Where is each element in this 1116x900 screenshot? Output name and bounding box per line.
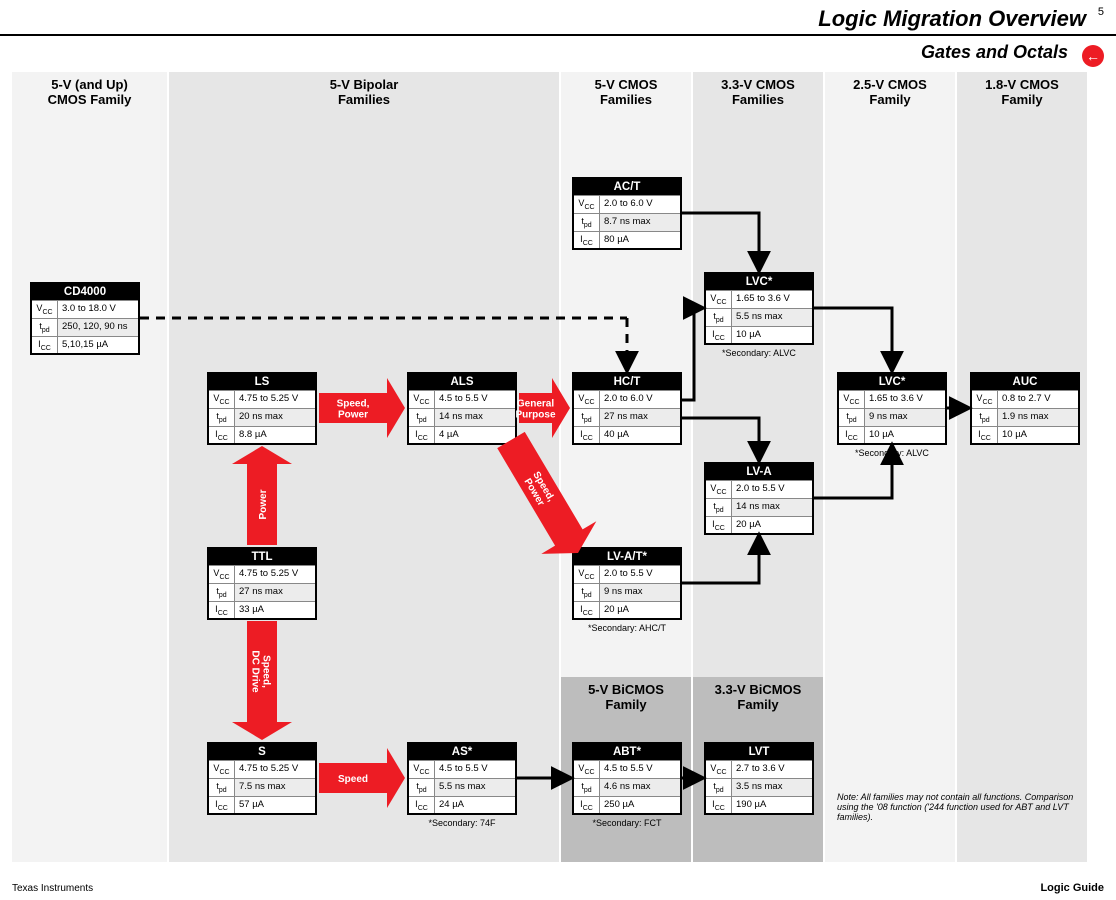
family-cd4000: CD4000VCC3.0 to 18.0 Vtpd250, 120, 90 ns… — [30, 282, 140, 355]
footer-right: Logic Guide — [1040, 882, 1104, 894]
column-c5 — [825, 72, 955, 862]
footer-left: Texas Instruments — [12, 883, 93, 894]
bicmos-header-0: 5-V BiCMOSFamily — [561, 683, 691, 713]
family-title-ttl: TTL — [209, 549, 315, 565]
family-title-s: S — [209, 744, 315, 760]
family-title-lvt: LVT — [706, 744, 812, 760]
secondary-lvc1: *Secondary: ALVC — [704, 348, 814, 358]
page-subtitle: Gates and Octals — [921, 42, 1068, 63]
family-title-lva: LV-A — [706, 464, 812, 480]
column-header-c4: 3.3-V CMOSFamilies — [693, 78, 823, 108]
column-header-c6: 1.8-V CMOSFamily — [957, 78, 1087, 108]
secondary-lvc2: *Secondary: ALVC — [837, 448, 947, 458]
header-rule — [0, 34, 1116, 36]
column-header-c1: 5-V (and Up)CMOS Family — [12, 78, 167, 108]
column-header-c3: 5-V CMOSFamilies — [561, 78, 691, 108]
family-title-hct: HC/T — [574, 374, 680, 390]
column-c1 — [12, 72, 167, 862]
family-lvat: LV-A/T*VCC2.0 to 5.5 Vtpd9 ns maxICC20 µ… — [572, 547, 682, 620]
family-s: SVCC4.75 to 5.25 Vtpd7.5 ns maxICC57 µA — [207, 742, 317, 815]
family-lvt: LVTVCC2.7 to 3.6 Vtpd3.5 ns maxICC190 µA — [704, 742, 814, 815]
family-as: AS*VCC4.5 to 5.5 Vtpd5.5 ns maxICC24 µA — [407, 742, 517, 815]
family-abt: ABT*VCC4.5 to 5.5 Vtpd4.6 ns maxICC250 µ… — [572, 742, 682, 815]
page-number: 5 — [1098, 6, 1104, 18]
footnote: Note: All families may not contain all f… — [837, 792, 1087, 822]
family-act: AC/TVCC2.0 to 6.0 Vtpd8.7 ns maxICC80 µA — [572, 177, 682, 250]
column-header-c2: 5-V BipolarFamilies — [169, 78, 559, 108]
bicmos-header-1: 3.3-V BiCMOSFamily — [693, 683, 823, 713]
family-als: ALSVCC4.5 to 5.5 Vtpd14 ns maxICC4 µA — [407, 372, 517, 445]
family-title-auc: AUC — [972, 374, 1078, 390]
family-title-as: AS* — [409, 744, 515, 760]
family-ttl: TTLVCC4.75 to 5.25 Vtpd27 ns maxICC33 µA — [207, 547, 317, 620]
secondary-abt: *Secondary: FCT — [572, 818, 682, 828]
family-title-lvat: LV-A/T* — [574, 549, 680, 565]
family-title-als: ALS — [409, 374, 515, 390]
secondary-as: *Secondary: 74F — [407, 818, 517, 828]
family-auc: AUCVCC0.8 to 2.7 Vtpd1.9 ns maxICC10 µA — [970, 372, 1080, 445]
family-lva: LV-AVCC2.0 to 5.5 Vtpd14 ns maxICC20 µA — [704, 462, 814, 535]
diagram-canvas: 5-V (and Up)CMOS Family5-V BipolarFamili… — [12, 72, 1104, 862]
family-title-cd4000: CD4000 — [32, 284, 138, 300]
family-title-abt: ABT* — [574, 744, 680, 760]
family-lvc2: LVC*VCC1.65 to 3.6 Vtpd9 ns maxICC10 µA — [837, 372, 947, 445]
back-icon[interactable]: ← — [1082, 45, 1104, 67]
family-title-ls: LS — [209, 374, 315, 390]
family-title-act: AC/T — [574, 179, 680, 195]
family-ls: LSVCC4.75 to 5.25 Vtpd20 ns maxICC8.8 µA — [207, 372, 317, 445]
family-title-lvc1: LVC* — [706, 274, 812, 290]
family-hct: HC/TVCC2.0 to 6.0 Vtpd27 ns maxICC40 µA — [572, 372, 682, 445]
column-c6 — [957, 72, 1087, 862]
page-title: Logic Migration Overview — [818, 6, 1086, 32]
family-lvc1: LVC*VCC1.65 to 3.6 Vtpd5.5 ns maxICC10 µ… — [704, 272, 814, 345]
secondary-lvat: *Secondary: AHC/T — [572, 623, 682, 633]
family-title-lvc2: LVC* — [839, 374, 945, 390]
column-header-c5: 2.5-V CMOSFamily — [825, 78, 955, 108]
